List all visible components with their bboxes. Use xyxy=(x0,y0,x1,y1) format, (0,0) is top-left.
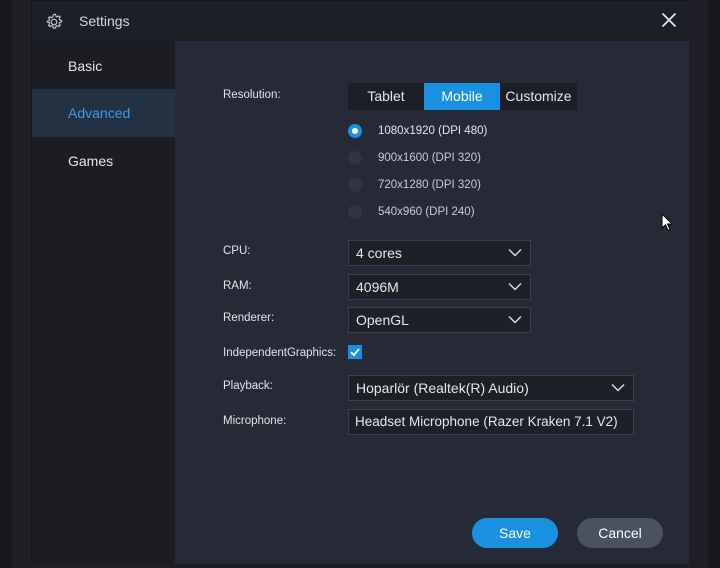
title-bar: Settings xyxy=(32,1,689,41)
microphone-label: Microphone: xyxy=(223,415,287,427)
ram-select[interactable]: 4096M xyxy=(348,274,531,300)
sidebar-item-games[interactable]: Games xyxy=(32,137,175,185)
resolution-option-label: 720x1280 (DPI 320) xyxy=(378,179,481,191)
resolution-option-label: 900x1600 (DPI 320) xyxy=(378,152,481,164)
playback-select-value: Hoparlör (Realtek(R) Audio) xyxy=(356,380,529,396)
radio-unselected xyxy=(348,151,362,165)
advanced-settings-panel: Resolution: Tablet Mobile Customize 1080… xyxy=(175,41,689,564)
sidebar-item-advanced[interactable]: Advanced xyxy=(32,89,175,137)
settings-dialog: Settings Basic Advanced Games Resolution… xyxy=(31,0,689,564)
radio-unselected xyxy=(348,178,362,192)
independent-graphics-label: IndependentGraphics: xyxy=(223,347,337,359)
resolution-option-900x1600[interactable]: 900x1600 (DPI 320) xyxy=(348,149,481,167)
checkmark-icon xyxy=(350,348,360,357)
microphone-select[interactable]: Headset Microphone (Razer Kraken 7.1 V2) xyxy=(348,409,634,435)
resolution-option-label: 540x960 (DPI 240) xyxy=(378,206,475,218)
chevron-down-icon xyxy=(611,383,625,392)
close-icon[interactable] xyxy=(660,11,678,29)
resolution-option-540x960[interactable]: 540x960 (DPI 240) xyxy=(348,203,475,221)
cpu-label: CPU: xyxy=(223,245,251,257)
gear-icon xyxy=(46,13,63,29)
background-left-edge xyxy=(0,0,12,568)
ram-select-value: 4096M xyxy=(356,279,399,295)
renderer-select[interactable]: OpenGL xyxy=(348,307,531,333)
window-title: Settings xyxy=(79,13,130,29)
sidebar: Basic Advanced Games xyxy=(32,41,175,564)
cpu-select-value: 4 cores xyxy=(356,245,402,261)
save-button[interactable]: Save xyxy=(472,518,558,548)
tab-tablet[interactable]: Tablet xyxy=(348,83,424,110)
playback-label: Playback: xyxy=(223,380,273,392)
cpu-select[interactable]: 4 cores xyxy=(348,240,531,266)
resolution-option-1080x1920[interactable]: 1080x1920 (DPI 480) xyxy=(348,122,487,140)
tab-mobile[interactable]: Mobile xyxy=(424,83,500,110)
resolution-option-label: 1080x1920 (DPI 480) xyxy=(378,125,488,137)
chevron-down-icon xyxy=(508,248,522,257)
radio-selected xyxy=(348,124,362,138)
resolution-mode-toggle: Tablet Mobile Customize xyxy=(348,83,577,110)
mouse-cursor xyxy=(661,213,673,232)
renderer-select-value: OpenGL xyxy=(356,312,409,328)
independent-graphics-checkbox[interactable] xyxy=(348,345,362,359)
resolution-option-720x1280[interactable]: 720x1280 (DPI 320) xyxy=(348,176,481,194)
chevron-down-icon xyxy=(508,315,522,324)
background-right-edge xyxy=(708,0,720,568)
tab-customize[interactable]: Customize xyxy=(500,83,577,110)
playback-select[interactable]: Hoparlör (Realtek(R) Audio) xyxy=(348,375,634,401)
chevron-down-icon xyxy=(508,282,522,291)
cancel-button[interactable]: Cancel xyxy=(577,518,663,548)
resolution-label: Resolution: xyxy=(223,89,281,101)
renderer-label: Renderer: xyxy=(223,312,275,324)
radio-unselected xyxy=(348,205,362,219)
microphone-select-value: Headset Microphone (Razer Kraken 7.1 V2) xyxy=(355,414,618,429)
sidebar-item-basic[interactable]: Basic xyxy=(32,42,175,90)
ram-label: RAM: xyxy=(223,280,252,292)
